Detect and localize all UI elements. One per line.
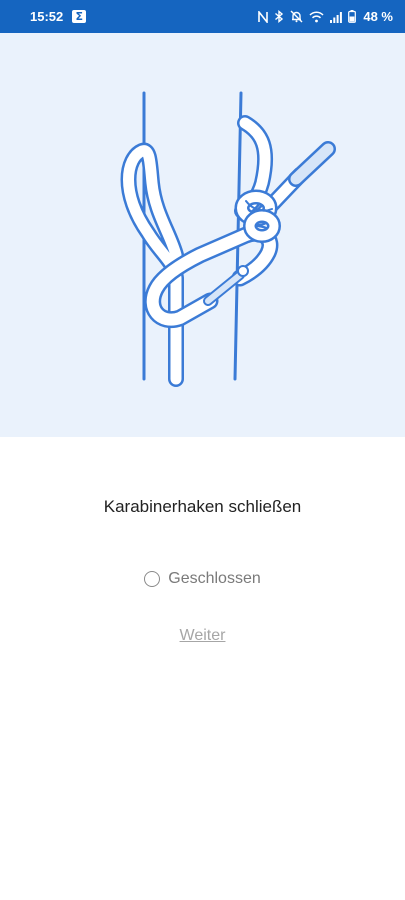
signal-icon [330,11,343,23]
status-bar: 15:52 Σ 48 % [0,0,405,33]
battery-percentage: 48 % [363,9,393,24]
battery-icon [348,10,357,23]
knot [234,141,336,243]
clock: 15:52 [30,9,64,24]
carabiner-knot-illustration [120,91,336,387]
status-right: 48 % [258,9,393,24]
checkbox-label[interactable]: Geschlossen [168,570,261,588]
bluetooth-icon [274,10,284,23]
carabiner-illustration-panel [0,33,405,437]
nfc-icon [258,10,269,23]
wifi-icon [309,10,324,23]
closed-checkbox[interactable]: Geschlossen [0,570,405,588]
status-left: 15:52 Σ [30,9,87,24]
step-title: Karabinerhaken schließen [103,497,302,516]
radio-circle-icon[interactable] [144,571,161,587]
app-notification-icon: Σ [72,10,87,23]
next-button[interactable]: Weiter [0,627,405,645]
muted-bell-icon [290,10,303,23]
